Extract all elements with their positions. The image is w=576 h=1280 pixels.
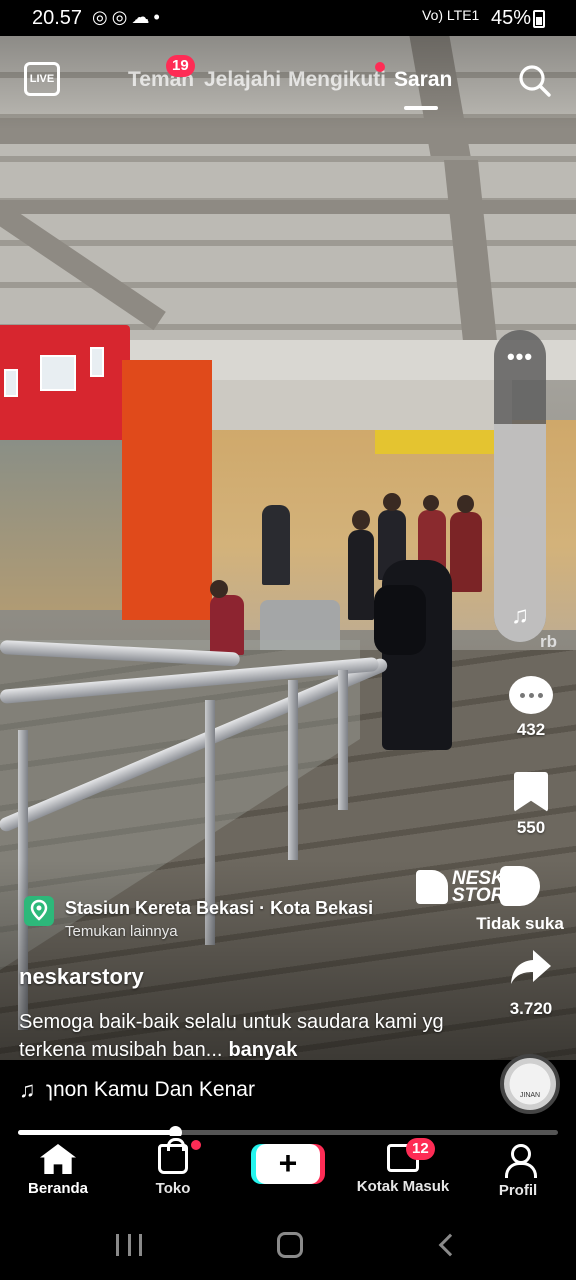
- comment-count: 432: [516, 720, 546, 739]
- person: [262, 505, 290, 585]
- orange-pillar: [122, 360, 212, 620]
- volume-slider[interactable]: ••• ♫: [494, 330, 546, 642]
- bottom-nav: Beranda Toko + Kotak Masuk 12 Profil: [0, 1136, 576, 1210]
- person-head: [383, 493, 401, 511]
- location-subtitle: Temukan lainnya: [65, 923, 178, 940]
- create-button[interactable]: +: [256, 1144, 320, 1184]
- notification-icons: ◎◎☁•: [92, 7, 164, 28]
- post-caption[interactable]: Semoga baik-baik selalu untuk saudara ka…: [19, 1008, 489, 1064]
- bookmark-icon: [514, 772, 548, 812]
- profile-icon: [503, 1144, 537, 1178]
- location-pin-icon: [24, 896, 54, 926]
- bookmark-button[interactable]: 550: [500, 772, 562, 838]
- red-train: [0, 325, 130, 455]
- station-sign: [375, 430, 495, 454]
- dot-icon: •: [153, 7, 164, 27]
- recents-icon[interactable]: [116, 1234, 142, 1256]
- music-track-title: ɿnon Kamu Dan Kenar: [46, 1078, 255, 1101]
- home-icon: [40, 1144, 76, 1174]
- whatsapp-icon: ◎: [92, 7, 112, 27]
- share-count: 3.720: [509, 999, 553, 1018]
- platform-wall: [212, 380, 512, 430]
- dislike-button[interactable]: Tidak suka: [470, 866, 570, 934]
- flooded-tracks: [0, 440, 140, 610]
- home-button-icon[interactable]: [277, 1232, 303, 1258]
- music-note-icon: ♫: [511, 602, 529, 629]
- nav-shop[interactable]: Toko: [123, 1138, 223, 1197]
- network-indicator: Vo) LTE1: [422, 7, 480, 23]
- music-disc-avatar[interactable]: JINAN: [500, 1054, 560, 1114]
- caption-more-link[interactable]: banyak: [228, 1039, 297, 1061]
- shop-dot: [191, 1140, 201, 1150]
- rail-post: [338, 670, 348, 810]
- share-button[interactable]: 3.720: [500, 948, 562, 1019]
- music-note-icon: ♫: [19, 1077, 36, 1102]
- whatsapp-icon: ◎: [111, 7, 132, 27]
- music-bar[interactable]: ♫ ɿnon Kamu Dan Kenar JINAN: [0, 1054, 576, 1130]
- tab-jelajahi[interactable]: Jelajahi: [204, 68, 281, 92]
- backpack: [374, 585, 426, 655]
- person-head: [423, 495, 439, 511]
- neskar-logo-icon: [416, 870, 448, 904]
- person: [210, 595, 244, 655]
- top-nav: LIVE Teman 19 Jelajahi Mengikuti Saran: [0, 55, 576, 110]
- shopping-bag-icon: [158, 1138, 188, 1174]
- like-count-partial: rb: [540, 632, 557, 651]
- tab-saran[interactable]: Saran: [394, 68, 452, 92]
- inbox-badge: 12: [406, 1138, 435, 1160]
- tab-mengikuti[interactable]: Mengikuti: [288, 68, 386, 92]
- comment-icon: [509, 676, 553, 714]
- search-icon[interactable]: [518, 64, 552, 98]
- video-progress-bar[interactable]: [18, 1126, 558, 1139]
- back-icon[interactable]: [438, 1233, 462, 1257]
- location-title: Stasiun Kereta Bekasi · Kota Bekasi: [65, 898, 374, 918]
- battery-percent: 45%: [491, 7, 532, 29]
- mengikuti-dot: [375, 62, 385, 72]
- person-head: [457, 495, 474, 513]
- status-time: 20.57: [32, 7, 83, 29]
- comment-button[interactable]: 432: [500, 676, 562, 740]
- nav-profile[interactable]: Profil: [468, 1144, 568, 1199]
- person: [450, 512, 482, 592]
- teman-badge: 19: [166, 55, 195, 77]
- person-head: [352, 510, 370, 530]
- person-head: [210, 580, 228, 598]
- share-arrow-icon: [511, 950, 551, 984]
- nav-home[interactable]: Beranda: [8, 1144, 108, 1197]
- status-bar: 20.57 ◎◎☁• Vo) LTE1 45%: [0, 0, 576, 36]
- ceiling-beam: [0, 200, 576, 214]
- dislike-label: Tidak suka: [476, 914, 564, 933]
- live-button[interactable]: LIVE: [24, 62, 60, 96]
- active-tab-indicator: [404, 106, 438, 110]
- rail-post: [288, 680, 298, 860]
- bookmark-count: 550: [516, 818, 546, 837]
- cloud-icon: ☁: [131, 7, 154, 27]
- more-options-icon[interactable]: •••: [494, 344, 546, 370]
- person: [348, 530, 374, 620]
- username[interactable]: neskarstory: [19, 964, 144, 990]
- thumbs-down-icon: [500, 866, 540, 906]
- progress-played: [18, 1130, 175, 1135]
- nav-inbox[interactable]: Kotak Masuk: [353, 1144, 453, 1195]
- system-nav-bar: [0, 1210, 576, 1280]
- battery-icon: [533, 10, 545, 28]
